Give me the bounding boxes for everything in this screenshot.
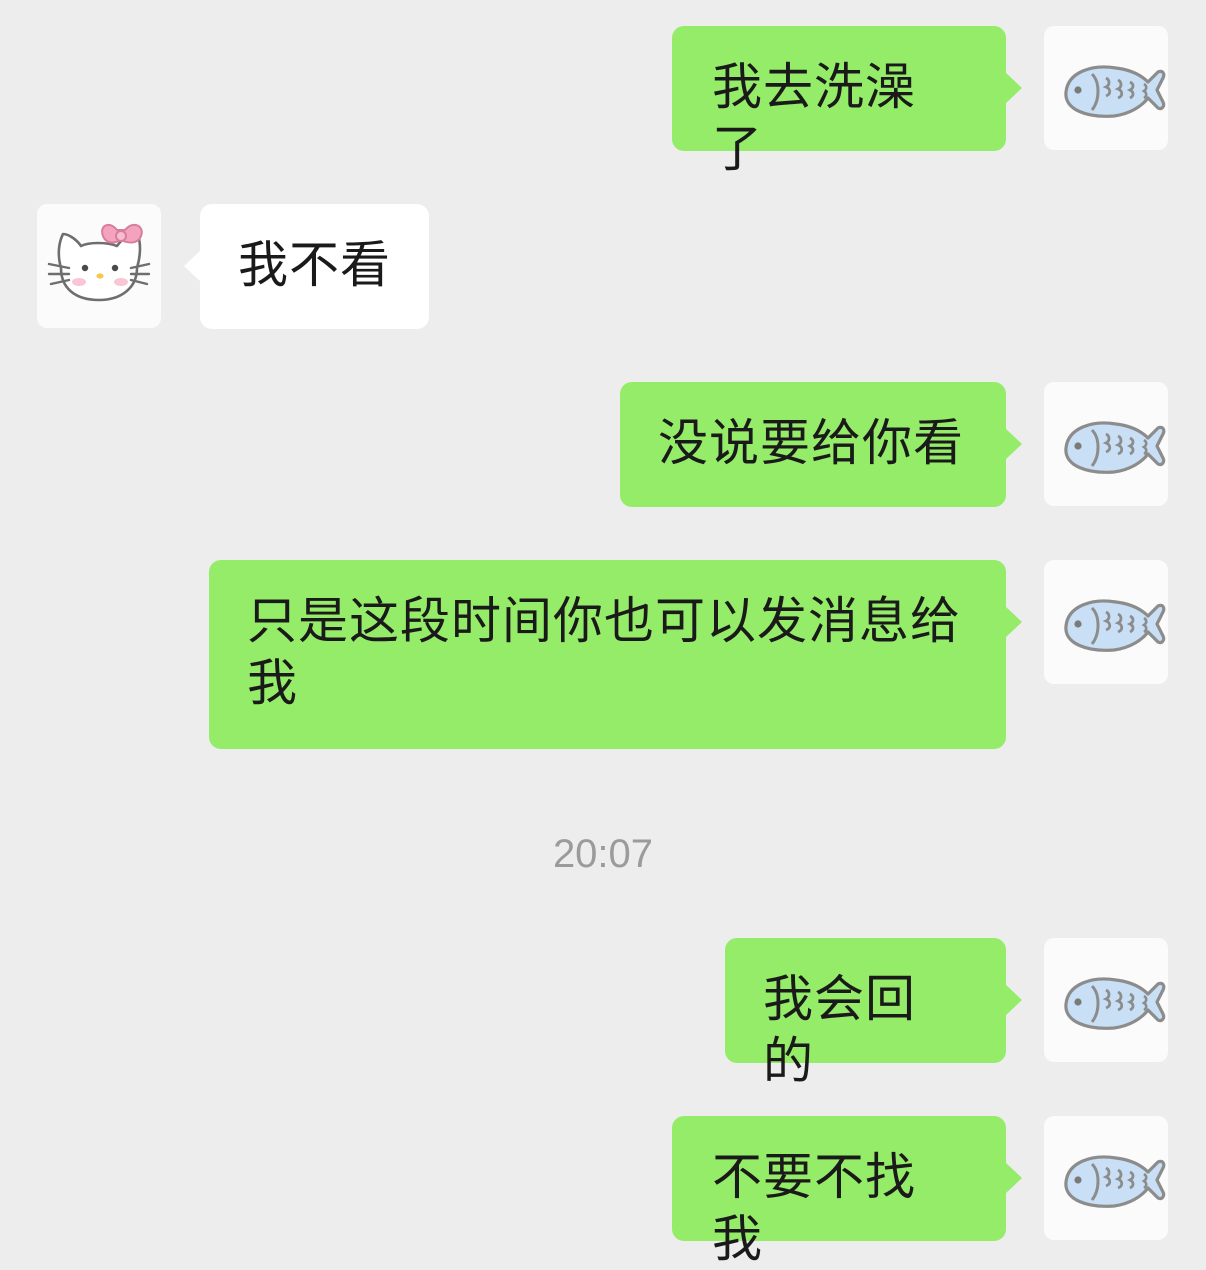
message-bubble-sent[interactable]: 我会回的 (725, 938, 1022, 1090)
my-avatar[interactable] (1044, 560, 1168, 684)
hello-kitty-icon (37, 204, 161, 328)
my-avatar[interactable] (1044, 938, 1168, 1062)
fish-icon (1044, 26, 1168, 150)
fish-icon (1044, 1116, 1168, 1240)
message-bubble-sent[interactable]: 只是这段时间你也可以发消息给我 (209, 560, 1022, 749)
my-avatar[interactable] (1044, 26, 1168, 150)
message-text: 我去洗澡了 (712, 58, 916, 178)
fish-icon (1044, 382, 1168, 506)
message-text: 没说要给你看 (658, 414, 964, 472)
message-text: 我不看 (238, 236, 391, 294)
message-text: 我会回的 (763, 970, 916, 1090)
contact-avatar[interactable] (37, 204, 161, 328)
message-bubble-sent[interactable]: 不要不找我 (672, 1116, 1022, 1268)
message-timestamp: 20:07 (552, 832, 654, 876)
fish-icon (1044, 938, 1168, 1062)
message-bubble-sent[interactable]: 没说要给你看 (620, 382, 1022, 507)
message-bubble-received[interactable]: 我不看 (184, 204, 429, 329)
message-text: 只是这段时间你也可以发消息给我 (247, 592, 961, 712)
my-avatar[interactable] (1044, 1116, 1168, 1240)
message-text: 不要不找我 (712, 1148, 916, 1268)
my-avatar[interactable] (1044, 382, 1168, 506)
fish-icon (1044, 560, 1168, 684)
message-bubble-sent[interactable]: 我去洗澡了 (672, 26, 1022, 178)
